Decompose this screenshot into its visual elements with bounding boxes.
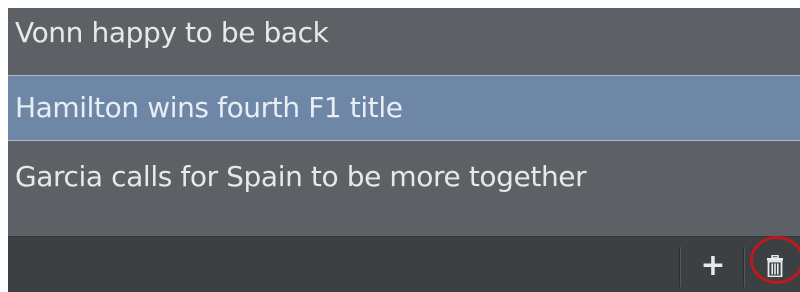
- list-item[interactable]: Garcia calls for Spain to be more togeth…: [8, 151, 800, 203]
- delete-button[interactable]: [750, 242, 800, 290]
- list-toolbar: +: [8, 236, 800, 292]
- list-item-selected[interactable]: Hamilton wins fourth F1 title: [8, 75, 800, 141]
- list-item[interactable]: Vonn happy to be back: [8, 8, 800, 60]
- trash-icon: [767, 255, 783, 277]
- headline-list[interactable]: Vonn happy to be back Hamilton wins four…: [8, 8, 800, 236]
- plus-icon: +: [700, 248, 726, 283]
- toolbar-separator: [679, 247, 681, 287]
- list-panel: Vonn happy to be back Hamilton wins four…: [8, 8, 800, 292]
- toolbar-separator: [743, 247, 745, 287]
- add-button[interactable]: +: [688, 242, 738, 290]
